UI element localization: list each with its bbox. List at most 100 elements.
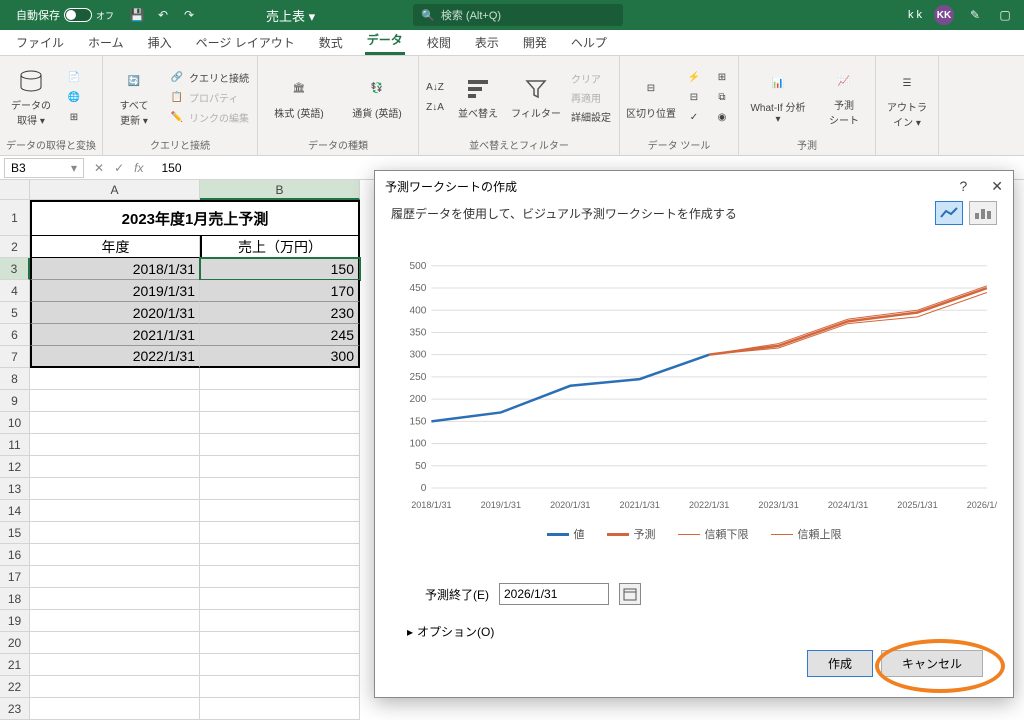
tab-developer[interactable]: 開発	[521, 30, 549, 55]
row-header[interactable]: 19	[0, 610, 30, 632]
header-sales[interactable]: 売上（万円）	[200, 236, 360, 258]
empty-cell[interactable]	[30, 654, 200, 676]
reapply-button[interactable]: 再適用	[569, 89, 613, 106]
date-picker-button[interactable]	[619, 583, 641, 605]
whatif-button[interactable]: 📊 What-If 分析 ▾	[745, 69, 811, 125]
stocks-button[interactable]: 🏛 株式 (英語)	[264, 75, 334, 120]
cell-date[interactable]: 2018/1/31	[30, 258, 200, 280]
empty-cell[interactable]	[200, 368, 360, 390]
cell-date[interactable]: 2020/1/31	[30, 302, 200, 324]
empty-cell[interactable]	[200, 566, 360, 588]
empty-cell[interactable]	[200, 676, 360, 698]
name-box[interactable]: B3▾	[4, 158, 84, 178]
cell-date[interactable]: 2022/1/31	[30, 346, 200, 368]
header-year[interactable]: 年度	[30, 236, 200, 258]
advanced-filter-button[interactable]: 詳細設定	[569, 108, 613, 125]
search-box[interactable]: 🔍 検索 (Alt+Q)	[413, 4, 623, 26]
empty-cell[interactable]	[30, 676, 200, 698]
row-header[interactable]: 3	[0, 258, 30, 280]
row-header[interactable]: 5	[0, 302, 30, 324]
row-header[interactable]: 11	[0, 434, 30, 456]
tab-review[interactable]: 校閲	[425, 30, 453, 55]
from-text-button[interactable]: 📄	[64, 68, 84, 86]
consolidate-button[interactable]: ⊞	[712, 68, 732, 86]
touch-mode-icon[interactable]: ✎	[966, 6, 984, 24]
bar-chart-type-button[interactable]	[969, 201, 997, 225]
col-header-a[interactable]: A	[30, 180, 200, 200]
cell-value[interactable]: 245	[200, 324, 360, 346]
empty-cell[interactable]	[200, 522, 360, 544]
row-header[interactable]: 14	[0, 500, 30, 522]
row-header[interactable]: 15	[0, 522, 30, 544]
empty-cell[interactable]	[200, 390, 360, 412]
enter-formula-icon[interactable]: ✓	[114, 161, 124, 175]
from-table-button[interactable]: ⊞	[64, 108, 84, 126]
empty-cell[interactable]	[30, 588, 200, 610]
row-header[interactable]: 10	[0, 412, 30, 434]
line-chart-type-button[interactable]	[935, 201, 963, 225]
empty-cell[interactable]	[200, 544, 360, 566]
user-avatar[interactable]: KK	[934, 5, 954, 25]
queries-connections-button[interactable]: 🔗クエリと接続	[167, 68, 251, 86]
remove-dup-button[interactable]: ⊟	[684, 88, 704, 106]
row-header[interactable]: 22	[0, 676, 30, 698]
empty-cell[interactable]	[30, 632, 200, 654]
col-header-b[interactable]: B	[200, 180, 360, 200]
tab-home[interactable]: ホーム	[86, 30, 126, 55]
empty-cell[interactable]	[200, 478, 360, 500]
row-header[interactable]: 6	[0, 324, 30, 346]
edit-links-button[interactable]: ✏️リンクの編集	[167, 108, 251, 126]
empty-cell[interactable]	[30, 522, 200, 544]
sort-az-button[interactable]: A↓Z	[425, 78, 445, 96]
create-button[interactable]: 作成	[807, 650, 873, 677]
filter-button[interactable]: フィルター	[511, 75, 561, 120]
flash-fill-button[interactable]: ⚡	[684, 68, 704, 86]
empty-cell[interactable]	[200, 412, 360, 434]
empty-cell[interactable]	[30, 390, 200, 412]
cell-date[interactable]: 2021/1/31	[30, 324, 200, 346]
empty-cell[interactable]	[30, 434, 200, 456]
empty-cell[interactable]	[30, 456, 200, 478]
get-data-button[interactable]: データの 取得 ▾	[6, 67, 56, 127]
title-cell[interactable]: 2023年度1月売上予測	[30, 200, 360, 236]
empty-cell[interactable]	[30, 610, 200, 632]
row-header[interactable]: 16	[0, 544, 30, 566]
empty-cell[interactable]	[200, 500, 360, 522]
tab-help[interactable]: ヘルプ	[569, 30, 609, 55]
data-validation-button[interactable]: ✓	[684, 108, 704, 126]
row-header[interactable]: 20	[0, 632, 30, 654]
empty-cell[interactable]	[30, 500, 200, 522]
empty-cell[interactable]	[200, 654, 360, 676]
row-header[interactable]: 7	[0, 346, 30, 368]
empty-cell[interactable]	[30, 412, 200, 434]
row-header[interactable]: 9	[0, 390, 30, 412]
empty-cell[interactable]	[200, 588, 360, 610]
row-header[interactable]: 13	[0, 478, 30, 500]
row-header[interactable]: 4	[0, 280, 30, 302]
row-header[interactable]: 23	[0, 698, 30, 720]
cell-value[interactable]: 300	[200, 346, 360, 368]
cell-value[interactable]: 170	[200, 280, 360, 302]
empty-cell[interactable]	[200, 698, 360, 720]
relationships-button[interactable]: ⧉	[712, 88, 732, 106]
tab-data[interactable]: データ	[365, 27, 405, 55]
empty-cell[interactable]	[200, 632, 360, 654]
empty-cell[interactable]	[200, 434, 360, 456]
tab-insert[interactable]: 挿入	[146, 30, 174, 55]
tab-file[interactable]: ファイル	[14, 30, 66, 55]
cancel-button[interactable]: キャンセル	[881, 650, 983, 677]
sort-button[interactable]: 並べ替え	[453, 75, 503, 120]
data-model-button[interactable]: ◉	[712, 108, 732, 126]
options-expander[interactable]: ▸ オプション(O)	[391, 623, 997, 640]
document-title[interactable]: 売上表 ▾	[266, 6, 315, 25]
tab-pagelayout[interactable]: ページ レイアウト	[194, 30, 297, 55]
cancel-formula-icon[interactable]: ✕	[94, 161, 104, 175]
row-header[interactable]: 1	[0, 200, 30, 236]
forecast-end-input[interactable]	[499, 583, 609, 605]
empty-cell[interactable]	[30, 368, 200, 390]
row-header[interactable]: 2	[0, 236, 30, 258]
select-all-corner[interactable]	[0, 180, 30, 200]
empty-cell[interactable]	[30, 698, 200, 720]
cell-value[interactable]: 230	[200, 302, 360, 324]
redo-icon[interactable]: ↷	[180, 6, 198, 24]
